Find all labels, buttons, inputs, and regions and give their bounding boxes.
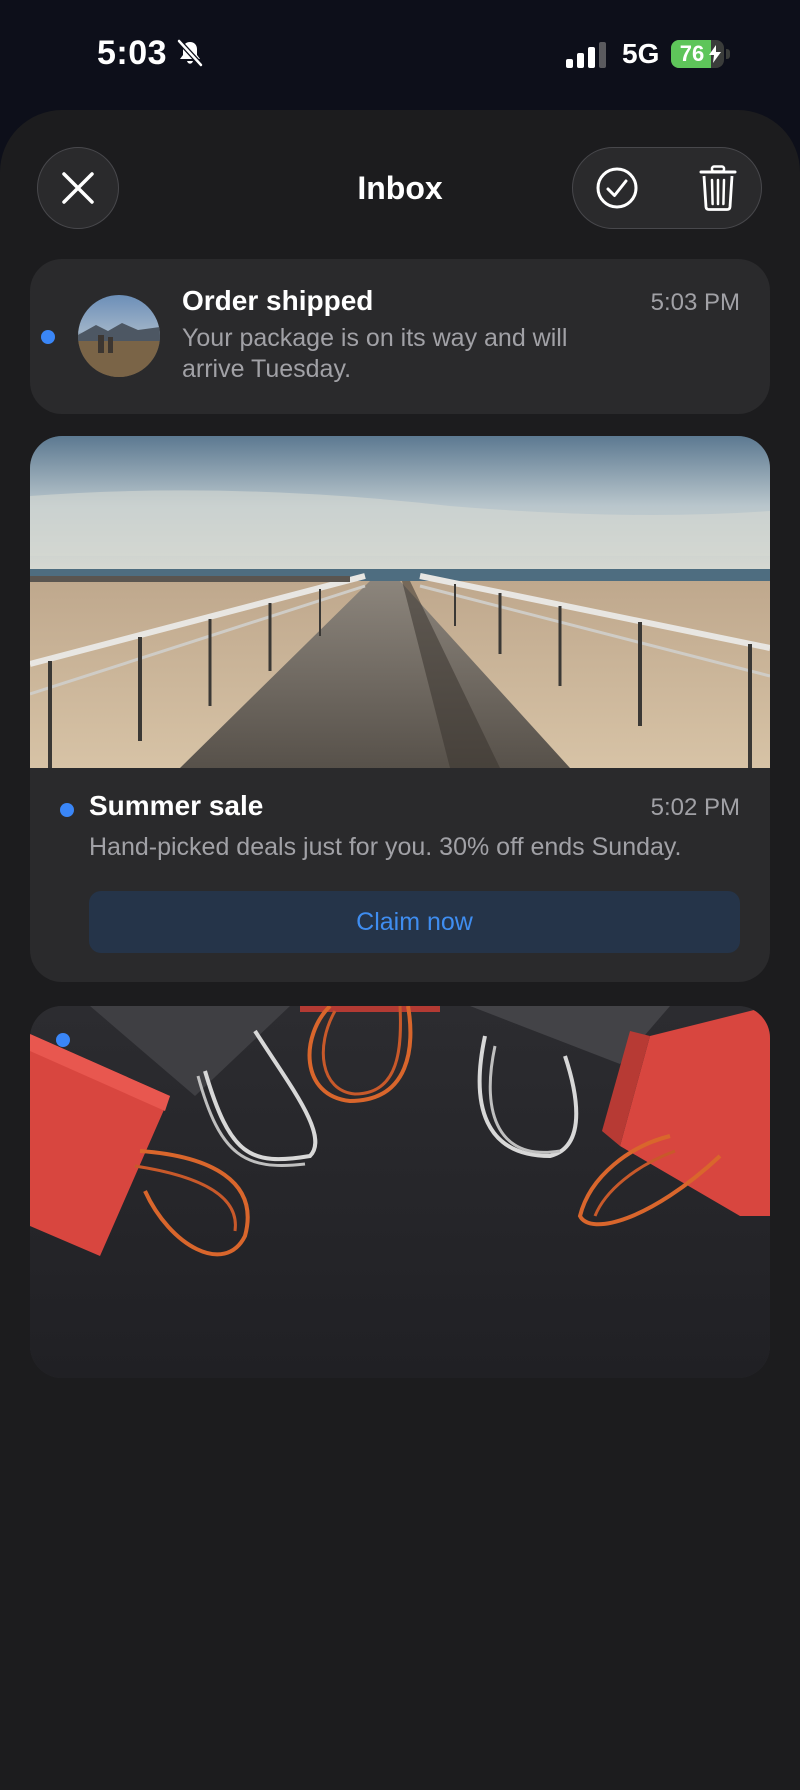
- status-time: 5:03: [97, 34, 168, 72]
- trash-icon: [699, 165, 737, 211]
- action-group: [572, 147, 762, 229]
- page-title: Inbox: [357, 170, 443, 206]
- message-time: 5:03 PM: [650, 289, 740, 316]
- close-icon: [62, 172, 94, 204]
- bell-slash-icon: [177, 39, 203, 67]
- battery-icon: 76: [671, 40, 730, 68]
- bolt-icon: [709, 45, 721, 63]
- unread-indicator: [60, 803, 74, 817]
- delete-button[interactable]: [695, 162, 741, 214]
- message-body: Your package is on its way and will arri…: [182, 324, 568, 383]
- message-card-order-shipped[interactable]: Order shipped 5:03 PM Your package is on…: [30, 259, 770, 414]
- unread-indicator: [56, 1033, 70, 1047]
- checkmark-circle-icon: [596, 167, 638, 209]
- message-title: Summer sale: [89, 790, 264, 821]
- avatar: [78, 295, 160, 377]
- unread-indicator: [41, 330, 55, 344]
- claim-now-button[interactable]: Claim now: [89, 891, 740, 953]
- status-bar: 5:03 5G 76: [0, 0, 800, 110]
- inbox-sheet: Inbox Order shipped 5:03 PM Your package…: [0, 110, 800, 1790]
- network-label: 5G: [622, 38, 660, 69]
- message-card-shopping[interactable]: [30, 1006, 770, 1378]
- message-card-summer-sale[interactable]: Summer sale 5:02 PM Hand-picked deals ju…: [30, 436, 770, 982]
- shopping-bags-image: [30, 1006, 770, 1378]
- battery-level: 76: [679, 41, 705, 66]
- banner-image: [30, 436, 770, 768]
- signal-icon: [566, 42, 606, 68]
- message-time: 5:02 PM: [650, 794, 740, 821]
- mark-all-read-button[interactable]: [593, 164, 641, 212]
- message-title: Order shipped: [182, 285, 374, 316]
- message-body: Hand-picked deals just for you. 30% off …: [89, 833, 682, 861]
- close-button[interactable]: [37, 147, 119, 229]
